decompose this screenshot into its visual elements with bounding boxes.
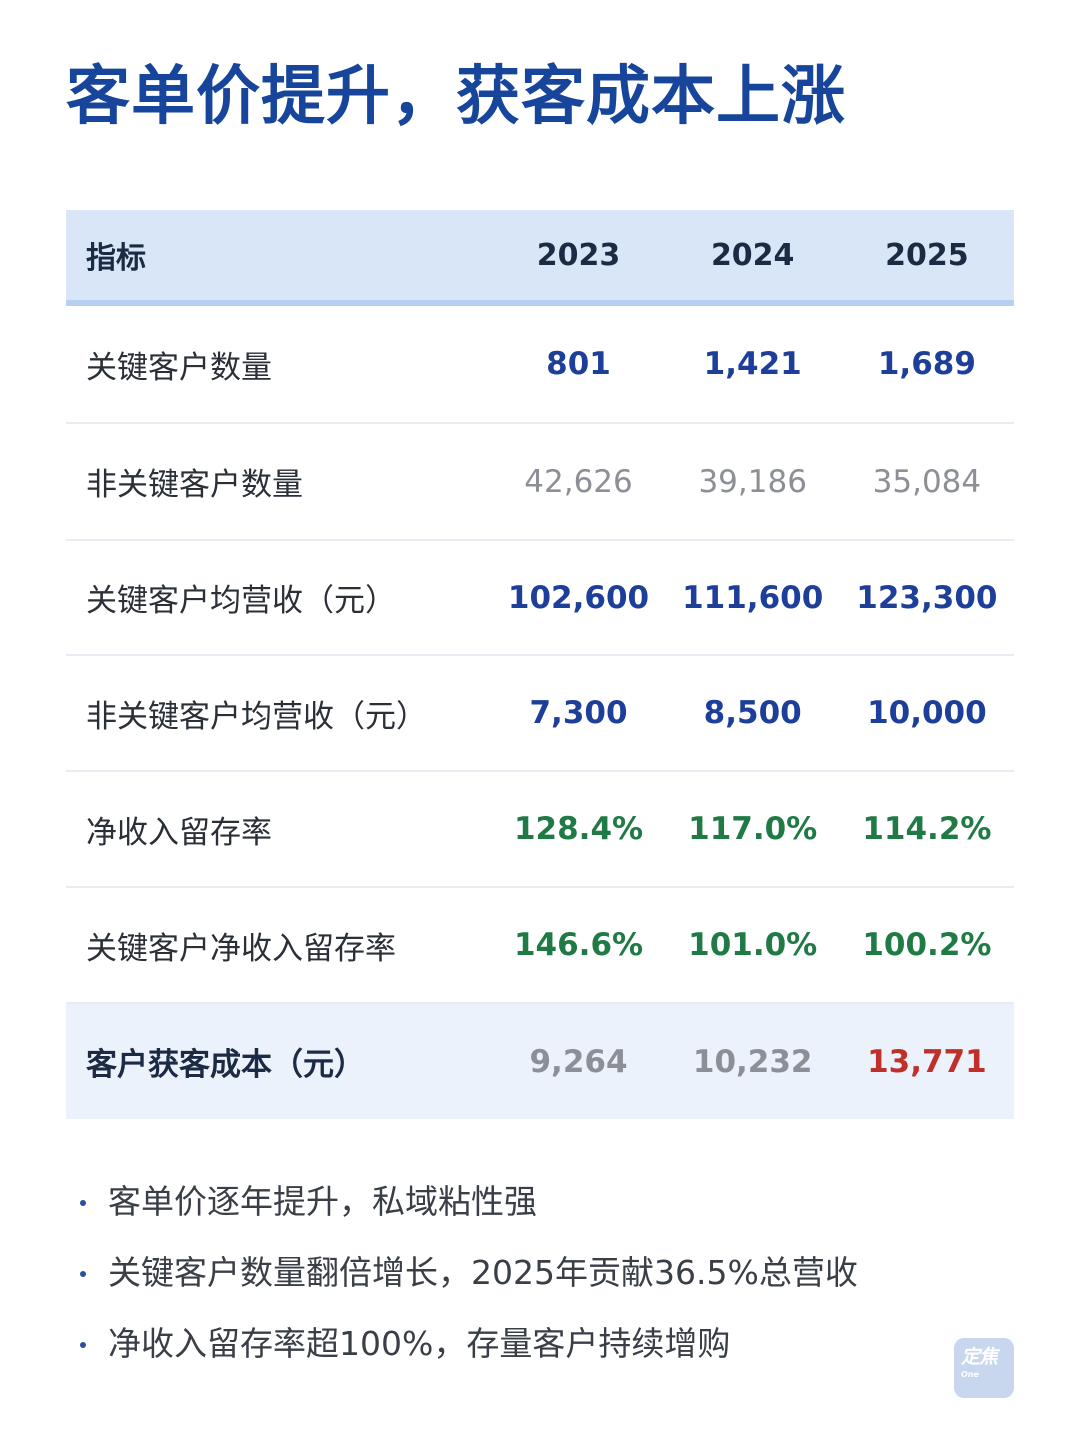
row-label: 非关键客户数量 — [66, 423, 492, 541]
bullet-dot-icon — [80, 1271, 86, 1277]
cell-value: 101.0% — [665, 887, 840, 1004]
page-title: 客单价提升，获客成本上涨 — [66, 60, 846, 134]
cell-value: 10,000 — [839, 655, 1014, 772]
cell-value: 117.0% — [665, 771, 840, 888]
table-row-highlight: 客户获客成本（元） 9,264 10,232 13,771 — [66, 1003, 1014, 1119]
cell-value: 123,300 — [839, 540, 1014, 656]
cell-value-highlight: 13,771 — [867, 1043, 987, 1080]
header-year-2023: 2023 — [491, 210, 666, 306]
row-label: 净收入留存率 — [66, 771, 492, 888]
table-row: 净收入留存率 128.4% 117.0% 114.2% — [66, 771, 1014, 888]
list-item: 净收入留存率超100%，存量客户持续增购 — [66, 1312, 858, 1383]
cell-value: 10,232 — [692, 1043, 813, 1080]
logo-subtext: One — [961, 1370, 979, 1379]
header-year-2024: 2024 — [665, 210, 840, 306]
cell-value: 9,264 — [529, 1043, 628, 1080]
table-row: 非关键客户数量 42,626 39,186 35,084 — [66, 423, 1014, 541]
cell-value: 42,626 — [491, 423, 666, 541]
bullet-text: 客单价逐年提升，私域粘性强 — [108, 1182, 537, 1221]
cell-value: 7,300 — [491, 655, 666, 772]
bullet-dot-icon — [80, 1200, 86, 1206]
bullet-text: 净收入留存率超100%，存量客户持续增购 — [108, 1324, 731, 1363]
bullet-dot-icon — [80, 1342, 86, 1348]
cell-value: 8,500 — [665, 655, 840, 772]
row-label: 关键客户均营收（元） — [66, 540, 492, 656]
cell-value: 128.4% — [491, 771, 666, 888]
cell-value: 111,600 — [665, 540, 840, 656]
cell-value: 801 — [491, 303, 666, 424]
table-header-row: 指标 2023 2024 2025 — [66, 210, 1014, 306]
table-row: 关键客户均营收（元） 102,600 111,600 123,300 — [66, 540, 1014, 656]
cell-value: 1,421 — [665, 303, 840, 424]
cell-value: 100.2% — [839, 887, 1014, 1004]
row-label: 客户获客成本（元） — [86, 1047, 365, 1083]
cell-value: 114.2% — [839, 771, 1014, 888]
table-row: 关键客户净收入留存率 146.6% 101.0% 100.2% — [66, 887, 1014, 1004]
row-label: 非关键客户均营收（元） — [66, 655, 492, 772]
table-row: 非关键客户均营收（元） 7,300 8,500 10,000 — [66, 655, 1014, 772]
row-label: 关键客户数量 — [66, 303, 492, 424]
metrics-table: 指标 2023 2024 2025 关键客户数量 801 1,421 1,689… — [66, 210, 1014, 1119]
row-label: 关键客户净收入留存率 — [66, 887, 492, 1004]
header-year-2025: 2025 — [839, 210, 1014, 306]
list-item: 关键客户数量翻倍增长，2025年贡献36.5%总营收 — [66, 1241, 858, 1312]
cell-value: 146.6% — [491, 887, 666, 1004]
table-row: 关键客户数量 801 1,421 1,689 — [66, 303, 1014, 424]
cell-value: 39,186 — [665, 423, 840, 541]
bullet-list: 客单价逐年提升，私域粘性强 关键客户数量翻倍增长，2025年贡献36.5%总营收… — [66, 1170, 858, 1383]
bullet-text: 关键客户数量翻倍增长，2025年贡献36.5%总营收 — [108, 1253, 858, 1292]
cell-value: 102,600 — [491, 540, 666, 656]
header-label: 指标 — [66, 210, 492, 306]
cell-value: 1,689 — [839, 303, 1014, 424]
cell-value: 35,084 — [839, 423, 1014, 541]
list-item: 客单价逐年提升，私域粘性强 — [66, 1170, 858, 1241]
logo-text: 定焦 — [961, 1346, 998, 1368]
logo-badge: 定焦 One — [954, 1338, 1014, 1398]
